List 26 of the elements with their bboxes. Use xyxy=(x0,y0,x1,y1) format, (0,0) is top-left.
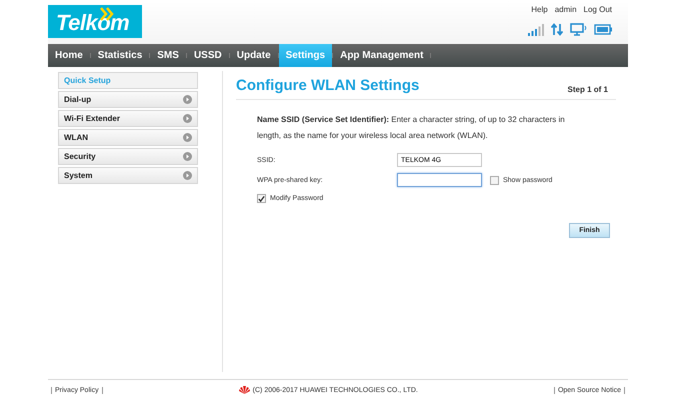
sidebar-item[interactable]: Security xyxy=(58,148,198,165)
nav-tab[interactable]: Update xyxy=(230,44,278,67)
header-link[interactable]: Help xyxy=(531,5,548,14)
step-indicator: Step 1 of 1 xyxy=(568,85,609,94)
sidebar-item[interactable]: Wi-Fi Extender xyxy=(58,110,198,127)
input-field[interactable] xyxy=(397,173,482,187)
nav-tab[interactable]: Statistics xyxy=(90,44,150,67)
signal-icon xyxy=(528,24,544,36)
nav-tab[interactable]: Home xyxy=(48,44,90,67)
flower-logo-icon xyxy=(238,386,250,394)
nav-tab[interactable]: SMS xyxy=(150,44,186,67)
nav-tab[interactable]: USSD xyxy=(186,44,229,67)
sidebar-item[interactable]: WLAN xyxy=(58,129,198,146)
description-text: Name SSID (Service Set Identifier): Enter a character string, of up to 32 characters in length, as the name for your wireless local area network (WLAN). xyxy=(257,114,566,142)
data-transfer-icon xyxy=(551,23,563,36)
header-link[interactable]: admin xyxy=(554,5,577,14)
header-link[interactable]: Log Out xyxy=(584,5,612,14)
battery-icon xyxy=(594,24,612,35)
sidebar-item[interactable]: Dial-up xyxy=(58,91,198,108)
checkbox[interactable] xyxy=(257,194,266,203)
nav-tab[interactable]: App Management xyxy=(333,44,430,67)
logo: Telkom xyxy=(48,5,142,38)
page-title: Configure WLAN Settings xyxy=(236,77,420,94)
checkbox[interactable] xyxy=(490,176,499,184)
sidebar-item[interactable]: System xyxy=(58,167,198,184)
monitor-icon xyxy=(570,23,587,36)
